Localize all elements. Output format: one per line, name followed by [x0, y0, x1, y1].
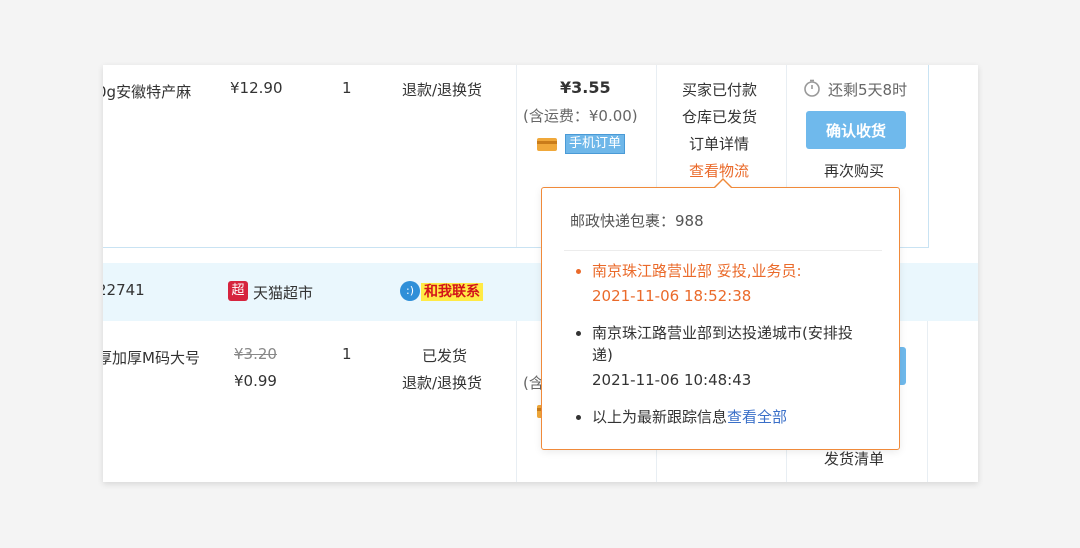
order-box-border [928, 65, 929, 248]
stopwatch-icon [804, 79, 820, 97]
track-text: 南京珠江路营业部到达投递城市(安排投 [592, 324, 853, 342]
original-price: ¥3.20 [234, 345, 277, 363]
quantity: 1 [342, 345, 352, 363]
product-name[interactable]: 厚加厚M码大号 [103, 347, 200, 368]
track-bullet [576, 415, 581, 420]
order-total: ¥3.55 [560, 78, 611, 97]
quantity: 1 [342, 79, 352, 97]
confirm-receipt-button[interactable]: 确认收货 [806, 111, 906, 149]
track-bullet [576, 331, 581, 336]
order-detail-link[interactable]: 订单详情 [689, 133, 749, 154]
order-status: 已发货 [422, 347, 468, 365]
refund-link[interactable]: 退款/退换货 [402, 79, 482, 100]
status-paid: 买家已付款 [682, 81, 758, 99]
track-time: 2021-11-06 10:48:43 [592, 371, 752, 389]
mobile-order-badge: 手机订单 [565, 134, 626, 154]
track-text: 递) [592, 346, 613, 364]
status-shipped: 仓库已发货 [682, 108, 758, 126]
track-item: 南京珠江路营业部 妥投,业务员: 2021-11-06 18:52:38 [592, 260, 802, 307]
popup-arrow [715, 180, 731, 188]
logistics-popup: 邮政快递包裹：988 南京珠江路营业部 妥投,业务员: 2021-11-06 1… [541, 187, 900, 450]
track-bullet [576, 269, 581, 274]
countdown: 还剩5天8时 [828, 81, 908, 99]
track-time: 2021-11-06 18:52:38 [592, 287, 752, 305]
view-all-link[interactable]: 查看全部 [727, 408, 787, 426]
refund-link[interactable]: 退款/退换货 [402, 372, 482, 393]
product-name[interactable]: 0g安徽特产麻 [103, 81, 191, 102]
column-divider [516, 65, 517, 248]
contact-seller-label: 和我联系 [421, 283, 483, 301]
unit-price: ¥0.99 [234, 372, 277, 390]
rebuy-link[interactable]: 再次购买 [824, 160, 884, 181]
popup-header: 邮政快递包裹：988 [570, 212, 704, 230]
track-item: 南京珠江路营业部到达投递城市(安排投 递) 2021-11-06 10:48:4… [592, 322, 853, 391]
divider [564, 250, 882, 251]
track-text: 南京珠江路营业部 妥投,业务员: [592, 262, 802, 280]
chat-bubble-icon: :) [400, 281, 420, 301]
order-number: 22741 [103, 281, 145, 299]
unit-price: ¥12.90 [230, 79, 283, 97]
track-footer: 以上为最新跟踪信息查看全部 [592, 406, 787, 428]
shipping-fee: (含运费：¥0.00) [523, 107, 638, 125]
delivery-list-link[interactable]: 发货清单 [824, 448, 884, 469]
column-divider [927, 321, 928, 482]
shop-name[interactable]: 天猫超市 [253, 282, 313, 303]
column-divider [516, 321, 517, 482]
track-footer-text: 以上为最新跟踪信息 [592, 408, 728, 426]
tmall-logo: 超 [228, 281, 248, 301]
card-icon [537, 138, 557, 151]
